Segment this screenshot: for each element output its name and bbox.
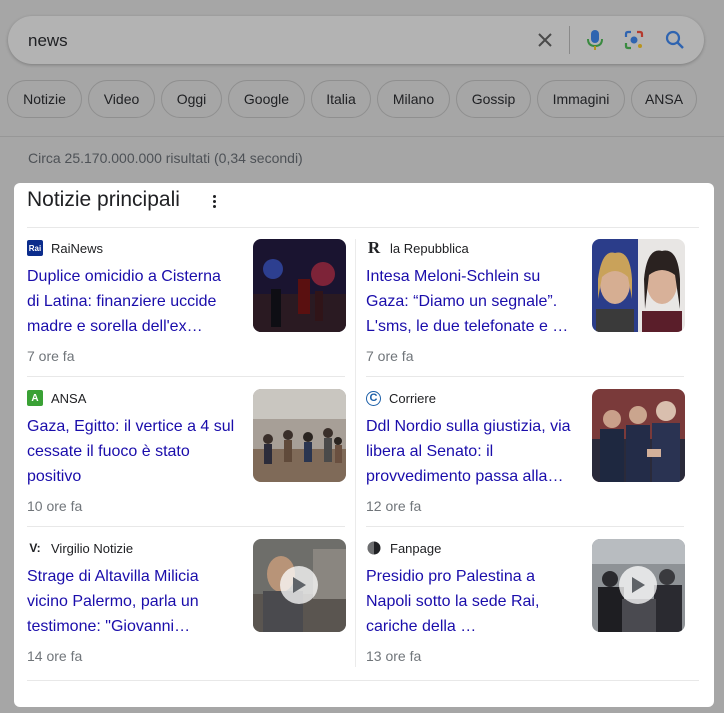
- top-stories-title: Notizie principali: [27, 188, 180, 211]
- chip-immagini[interactable]: Immagini: [537, 80, 625, 118]
- article-source: V: Virgilio Notizie: [27, 539, 133, 557]
- article-headline[interactable]: Presidio pro Palestina a Napoli sotto la…: [366, 564, 576, 639]
- news-article[interactable]: V: Virgilio Notizie Strage di Altavilla …: [27, 539, 347, 679]
- article-headline[interactable]: Strage di Altavilla Milicia vicino Paler…: [27, 564, 237, 639]
- virgilio-logo-icon: V:: [29, 541, 41, 555]
- article-source: A ANSA: [27, 389, 86, 407]
- search-header: news Notizie Video Oggi Google Italia Mi…: [0, 0, 724, 180]
- chip-google[interactable]: Google: [228, 80, 305, 118]
- play-icon[interactable]: [280, 566, 318, 604]
- news-article[interactable]: A ANSA Gaza, Egitto: il vertice a 4 sul …: [27, 389, 347, 529]
- microphone-icon[interactable]: [583, 28, 607, 52]
- source-name: ANSA: [51, 390, 87, 406]
- divider: [27, 227, 699, 228]
- divider: [27, 526, 345, 527]
- rainews-logo-icon: Rai: [27, 240, 43, 256]
- source-name: la Repubblica: [390, 240, 469, 256]
- source-name: Virgilio Notizie: [51, 540, 134, 556]
- search-bar-divider: [569, 26, 570, 54]
- news-article[interactable]: Fanpage Presidio pro Palestina a Napoli …: [366, 539, 686, 679]
- lens-icon[interactable]: [622, 28, 646, 52]
- article-thumbnail[interactable]: [253, 239, 346, 332]
- search-icon[interactable]: [663, 28, 687, 52]
- article-headline[interactable]: Ddl Nordio sulla giustizia, via libera a…: [366, 414, 576, 489]
- article-source: C Corriere: [366, 389, 436, 407]
- article-headline[interactable]: Intesa Meloni-Schlein su Gaza: “Diamo un…: [366, 264, 576, 339]
- corriere-logo-icon: C: [366, 390, 381, 406]
- article-thumbnail[interactable]: [253, 389, 346, 482]
- article-age: 7 ore fa: [366, 348, 414, 364]
- chip-milano[interactable]: Milano: [377, 80, 450, 118]
- article-source: R la Repubblica: [366, 238, 469, 257]
- divider: [27, 680, 699, 681]
- news-article[interactable]: C Corriere Ddl Nordio sulla giustizia, v…: [366, 389, 686, 529]
- header-divider: [0, 136, 724, 137]
- source-name: Fanpage: [390, 540, 442, 556]
- news-article[interactable]: Rai RaiNews Duplice omicidio a Cisterna …: [27, 239, 347, 379]
- result-stats: Circa 25.170.000.000 risultati (0,34 sec…: [28, 150, 303, 166]
- search-bar[interactable]: news: [8, 16, 704, 64]
- article-thumbnail[interactable]: [592, 389, 685, 482]
- article-headline[interactable]: Gaza, Egitto: il vertice a 4 sul cessate…: [27, 414, 237, 489]
- chip-ansa[interactable]: ANSA: [631, 80, 697, 118]
- clear-icon[interactable]: [533, 28, 557, 52]
- search-input[interactable]: news: [28, 31, 68, 51]
- article-thumbnail[interactable]: [253, 539, 346, 632]
- article-source: Rai RaiNews: [27, 239, 103, 257]
- article-age: 12 ore fa: [366, 498, 422, 514]
- divider: [366, 376, 684, 377]
- source-name: Corriere: [389, 390, 436, 406]
- play-icon[interactable]: [619, 566, 657, 604]
- news-article[interactable]: R la Repubblica Intesa Meloni-Schlein su…: [366, 238, 686, 379]
- divider: [27, 376, 345, 377]
- top-stories-card: Notizie principali Rai RaiNews Duplice o…: [14, 183, 714, 707]
- article-thumbnail[interactable]: [592, 239, 685, 332]
- article-age: 14 ore fa: [27, 648, 83, 664]
- chip-video[interactable]: Video: [88, 80, 155, 118]
- article-age: 13 ore fa: [366, 648, 422, 664]
- chip-notizie[interactable]: Notizie: [7, 80, 82, 118]
- article-headline[interactable]: Duplice omicidio a Cisterna di Latina: f…: [27, 264, 237, 339]
- source-name: RaiNews: [51, 240, 104, 256]
- chip-italia[interactable]: Italia: [311, 80, 371, 118]
- chip-gossip[interactable]: Gossip: [456, 80, 531, 118]
- more-options-icon[interactable]: [208, 193, 220, 211]
- column-divider: [355, 239, 356, 667]
- article-thumbnail[interactable]: [592, 539, 685, 632]
- article-source: Fanpage: [366, 539, 441, 557]
- ansa-logo-icon: A: [27, 390, 43, 406]
- chip-oggi[interactable]: Oggi: [161, 80, 222, 118]
- article-age: 10 ore fa: [27, 498, 83, 514]
- article-age: 7 ore fa: [27, 348, 75, 364]
- repubblica-logo-icon: R: [367, 238, 381, 257]
- fanpage-logo-icon: [366, 540, 382, 556]
- divider: [366, 526, 684, 527]
